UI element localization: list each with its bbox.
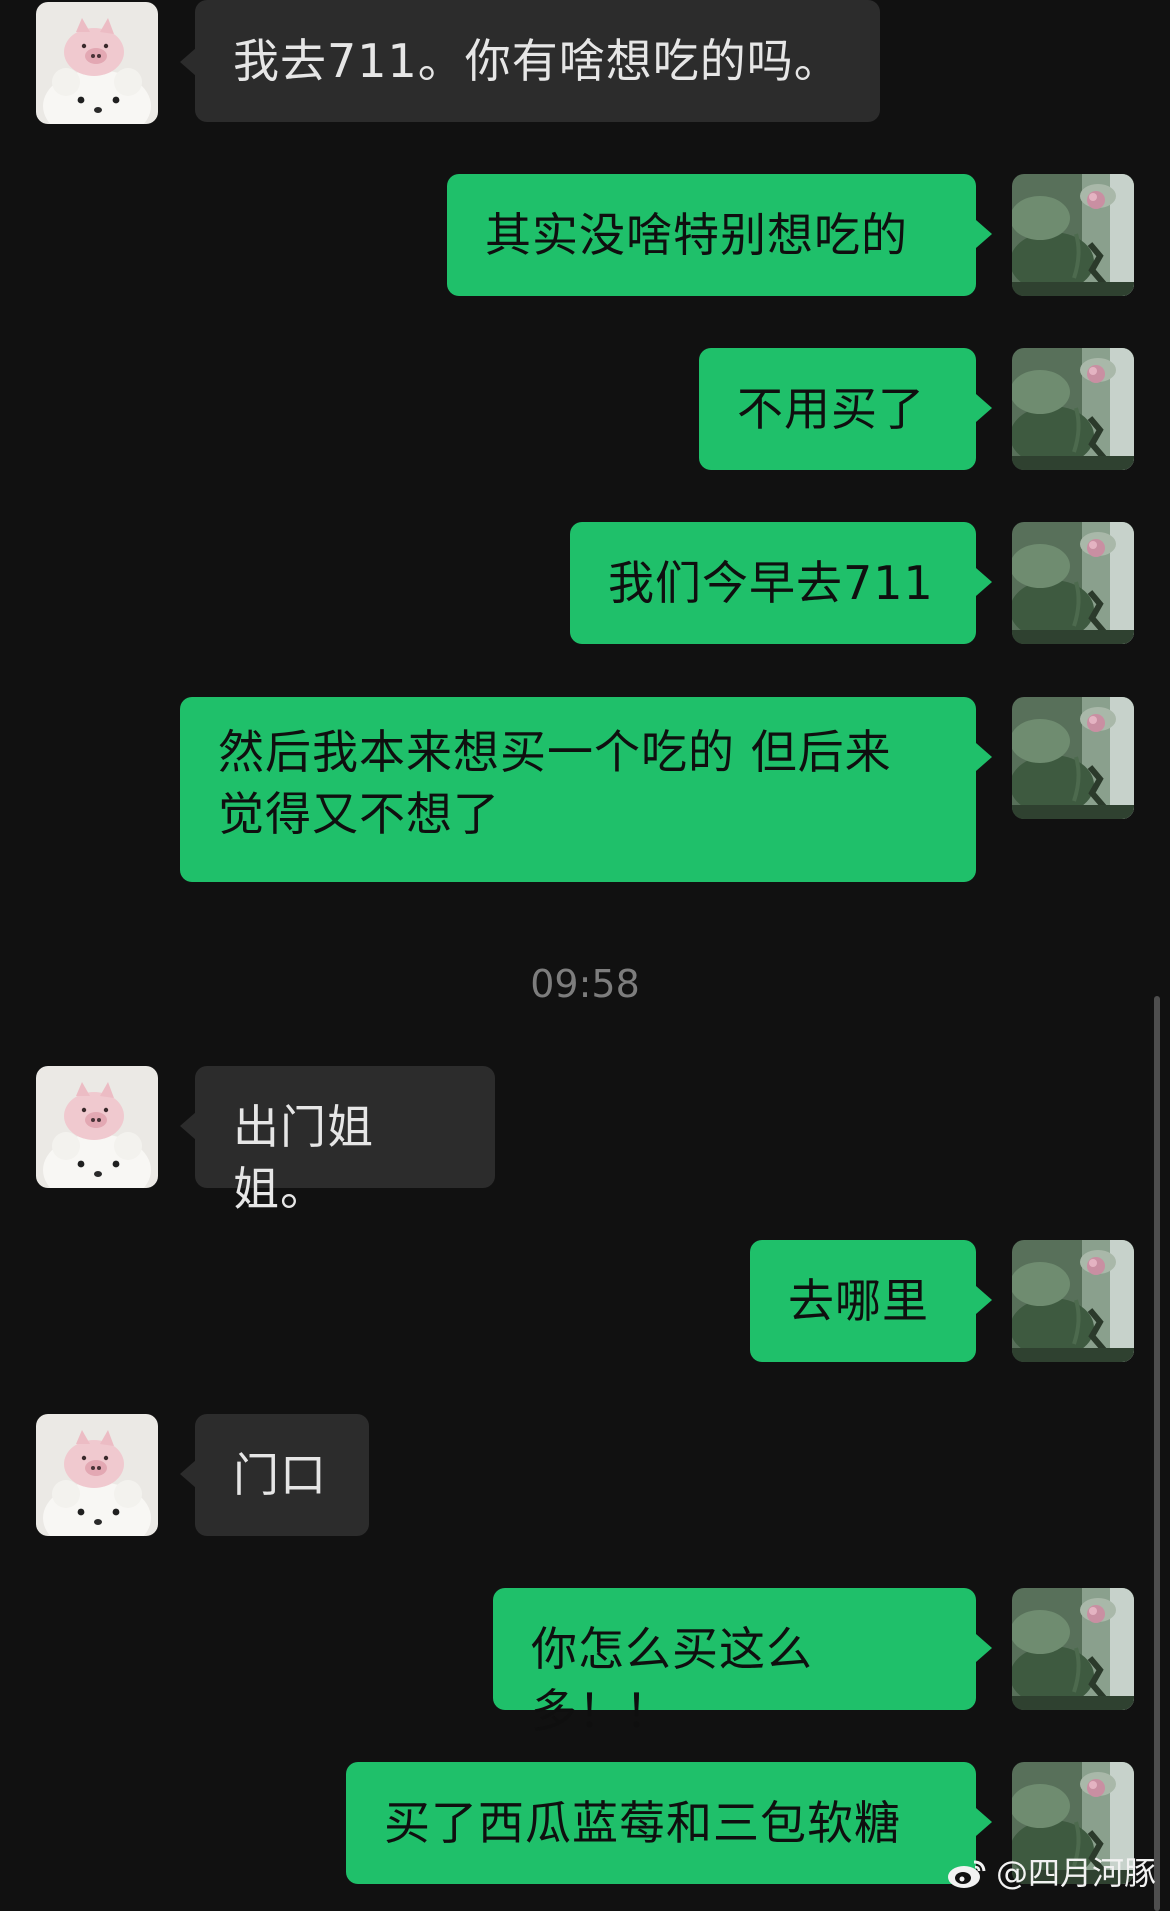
scrollbar[interactable] (1154, 996, 1160, 1911)
self-avatar[interactable] (1012, 1588, 1134, 1710)
pig-bear-plush-avatar-image (36, 1066, 158, 1188)
timestamp: 09:58 (530, 962, 640, 1006)
bubble-tail (976, 1808, 992, 1836)
self-avatar[interactable] (1012, 1240, 1134, 1362)
bubble-tail (180, 48, 196, 76)
bubble-tail (976, 743, 992, 771)
outgoing-message-bubble[interactable]: 你怎么买这么多！！ (493, 1588, 976, 1738)
outgoing-message-bubble[interactable]: 然后我本来想买一个吃的 但后来觉得又不想了 (180, 697, 976, 882)
pig-bear-plush-avatar-image (36, 1414, 158, 1536)
chat-thread[interactable]: 我去711。你有啥想吃的吗。 其实没啥特别想吃的 不用买了 我们今早去711 然… (0, 0, 1170, 1911)
outgoing-message-bubble[interactable]: 去哪里 (750, 1240, 976, 1362)
bubble-tail (976, 1286, 992, 1314)
incoming-message-bubble[interactable]: 门口 (195, 1414, 369, 1536)
lotus-leaf-photo-avatar-image (1012, 697, 1134, 819)
lotus-leaf-photo-avatar-image (1012, 522, 1134, 644)
self-avatar[interactable] (1012, 348, 1134, 470)
bubble-tail (976, 1634, 992, 1662)
lotus-leaf-photo-avatar-image (1012, 348, 1134, 470)
lotus-leaf-photo-avatar-image (1012, 1588, 1134, 1710)
outgoing-message-bubble[interactable]: 买了西瓜蓝莓和三包软糖 (346, 1762, 976, 1884)
weibo-icon (947, 1860, 986, 1888)
incoming-message-bubble[interactable]: 出门姐姐。 (195, 1066, 495, 1216)
bubble-tail (976, 568, 992, 596)
lotus-leaf-photo-avatar-image (1012, 1240, 1134, 1362)
self-avatar[interactable] (1012, 522, 1134, 644)
outgoing-message-bubble[interactable]: 不用买了 (699, 348, 976, 470)
contact-avatar[interactable] (36, 1414, 158, 1536)
bubble-tail (180, 1112, 196, 1140)
watermark-text: @四月河豚 (995, 1854, 1156, 1892)
watermark: @四月河豚 (946, 1853, 1156, 1893)
outgoing-message-bubble[interactable]: 其实没啥特别想吃的 (447, 174, 976, 296)
contact-avatar[interactable] (36, 2, 158, 124)
bubble-tail (976, 220, 992, 248)
contact-avatar[interactable] (36, 1066, 158, 1188)
bubble-tail (976, 394, 992, 422)
self-avatar[interactable] (1012, 697, 1134, 819)
self-avatar[interactable] (1012, 174, 1134, 296)
lotus-leaf-photo-avatar-image (1012, 174, 1134, 296)
outgoing-message-bubble[interactable]: 我们今早去711 (570, 522, 976, 644)
incoming-message-bubble[interactable]: 我去711。你有啥想吃的吗。 (195, 0, 880, 122)
bubble-tail (180, 1460, 196, 1488)
pig-bear-plush-avatar-image (36, 2, 158, 124)
